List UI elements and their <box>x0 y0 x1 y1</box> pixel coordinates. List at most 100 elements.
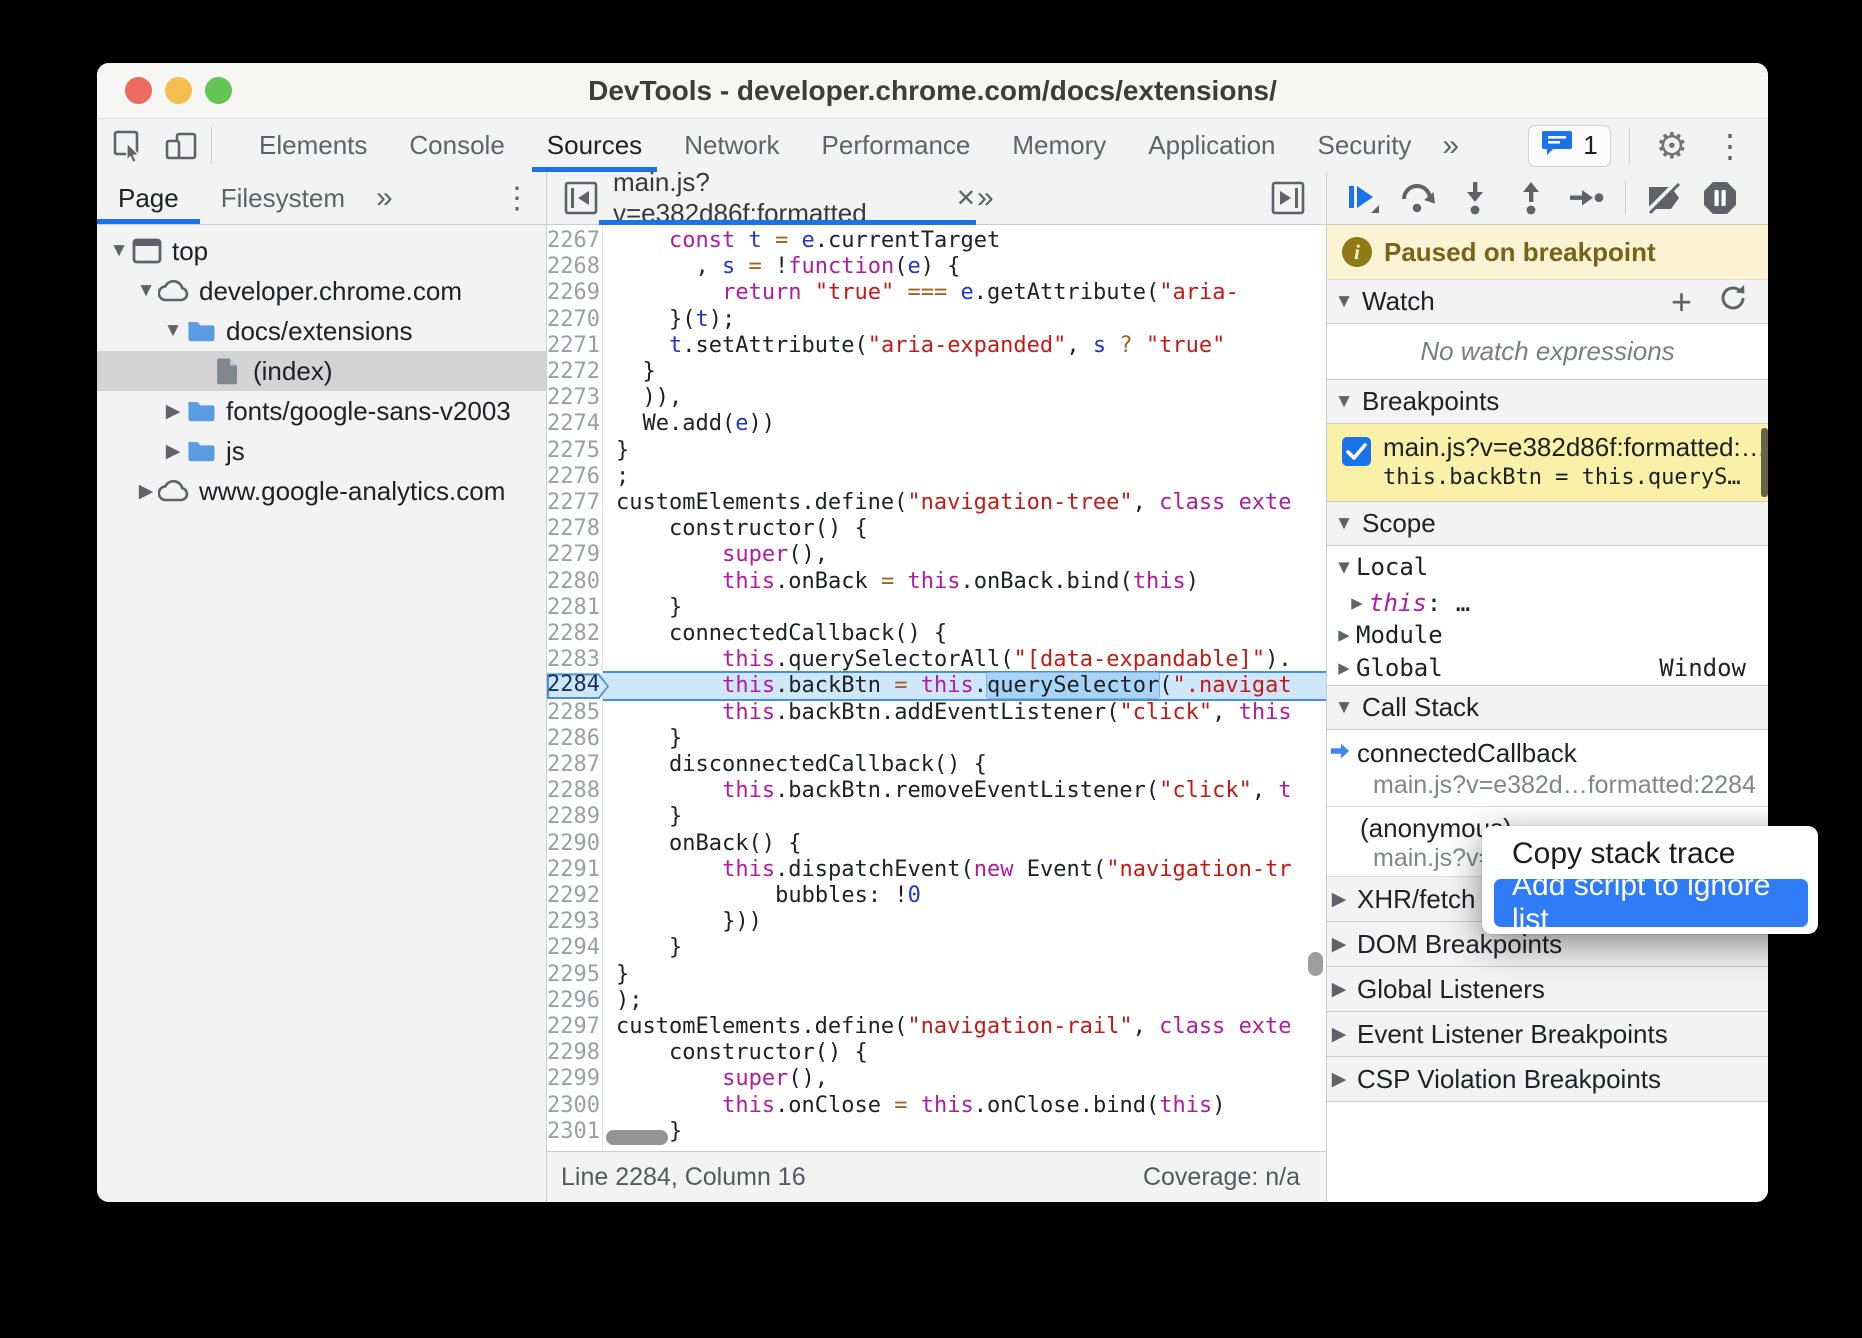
line-number[interactable]: 2293 <box>547 909 596 935</box>
line-number[interactable]: 2300 <box>547 1093 596 1119</box>
line-number[interactable]: 2276 <box>547 464 596 490</box>
call-stack-frame[interactable]: connectedCallbackmain.js?v=e382d…formatt… <box>1327 730 1768 807</box>
tree-item--index-[interactable]: (index) <box>97 351 546 391</box>
line-number[interactable]: 2287 <box>547 752 596 778</box>
tab-filesystem[interactable]: Filesystem <box>200 172 366 224</box>
line-number[interactable]: 2271 <box>547 333 596 359</box>
line-number[interactable]: 2280 <box>547 569 596 595</box>
scope-section-header[interactable]: ▼ Scope <box>1327 502 1768 546</box>
tab-performance[interactable]: Performance <box>801 119 992 172</box>
tree-item-top[interactable]: ▼top <box>97 231 546 271</box>
code-line[interactable]: 2272} <box>547 359 1326 385</box>
line-number[interactable]: 2292 <box>547 883 596 909</box>
breakpoints-section-header[interactable]: ▼ Breakpoints <box>1327 380 1768 424</box>
line-number[interactable]: 2286 <box>547 726 596 752</box>
line-number[interactable]: 2301 <box>547 1119 596 1145</box>
line-number[interactable]: 2269 <box>547 280 596 306</box>
code-line[interactable]: 2283this.querySelectorAll("[data-expanda… <box>547 647 1326 673</box>
code-line[interactable]: 2284this.backBtn = this.querySelector(".… <box>547 673 1326 699</box>
tab-application[interactable]: Application <box>1127 119 1296 172</box>
tab-memory[interactable]: Memory <box>991 119 1127 172</box>
step-icon[interactable] <box>1563 178 1611 218</box>
code-line[interactable]: 2293})) <box>547 909 1326 935</box>
tab-security[interactable]: Security <box>1297 119 1433 172</box>
code-line[interactable]: 2273)), <box>547 385 1326 411</box>
horizontal-scrollbar[interactable] <box>606 1130 668 1145</box>
line-number[interactable]: 2296 <box>547 988 596 1014</box>
more-tabs-icon[interactable]: » <box>1432 119 1469 172</box>
chevron-right-icon[interactable]: ▶ <box>161 440 185 463</box>
menu-item-add-script-to-ignore-list[interactable]: Add script to ignore list <box>1494 879 1808 927</box>
chevron-right-icon[interactable]: ▶ <box>134 480 158 503</box>
inspect-icon[interactable] <box>109 126 149 166</box>
line-number[interactable]: 2289 <box>547 804 596 830</box>
show-debugger-sidebar-icon[interactable] <box>1270 180 1306 216</box>
vertical-scrollbar[interactable] <box>1308 952 1323 976</box>
call-stack-section-header[interactable]: ▼ Call Stack <box>1327 685 1768 730</box>
section-csp-violation-breakpoints[interactable]: ▶CSP Violation Breakpoints <box>1327 1057 1768 1102</box>
line-number[interactable]: 2274 <box>547 411 596 437</box>
code-line[interactable]: 2282connectedCallback() { <box>547 621 1326 647</box>
line-number[interactable]: 2272 <box>547 359 596 385</box>
chevron-down-icon[interactable]: ▼ <box>134 280 158 302</box>
line-number[interactable]: 2281 <box>547 595 596 621</box>
tree-item-www-google-analytics-com[interactable]: ▶www.google-analytics.com <box>97 471 546 511</box>
code-line[interactable]: 2269return "true" === e.getAttribute("ar… <box>547 280 1326 306</box>
line-number[interactable]: 2298 <box>547 1040 596 1066</box>
line-number[interactable]: 2283 <box>547 647 596 673</box>
code-line[interactable]: 2299super(), <box>547 1066 1326 1092</box>
chevron-down-icon[interactable]: ▼ <box>161 320 185 342</box>
code-line[interactable]: 2296); <box>547 988 1326 1014</box>
code-line[interactable]: 2270}(t); <box>547 307 1326 333</box>
code-line[interactable]: 2274We.add(e)) <box>547 411 1326 437</box>
code-line[interactable]: 2278constructor() { <box>547 516 1326 542</box>
chevron-right-icon[interactable]: ▶ <box>161 400 185 423</box>
code-line[interactable]: 2290onBack() { <box>547 831 1326 857</box>
line-number[interactable]: 2294 <box>547 935 596 961</box>
line-number[interactable]: 2279 <box>547 542 596 568</box>
code-line[interactable]: 2288this.backBtn.removeEventListener("cl… <box>547 778 1326 804</box>
pause-on-exceptions-icon[interactable] <box>1696 178 1744 218</box>
tab-console[interactable]: Console <box>388 119 525 172</box>
code-line[interactable]: 2281} <box>547 595 1326 621</box>
scope-row-local[interactable]: ▼Local <box>1327 546 1768 587</box>
line-number[interactable]: 2270 <box>547 307 596 333</box>
step-over-icon[interactable] <box>1395 178 1443 218</box>
code-line[interactable]: 2294} <box>547 935 1326 961</box>
code-line[interactable]: 2276; <box>547 464 1326 490</box>
section-global-listeners[interactable]: ▶Global Listeners <box>1327 967 1768 1012</box>
chevron-right-icon[interactable]: ▶ <box>1332 657 1356 679</box>
more-options-icon[interactable]: ⋮ <box>1714 127 1746 165</box>
panel-scrollbar[interactable] <box>1761 428 1768 497</box>
step-out-icon[interactable] <box>1507 178 1555 218</box>
code-line[interactable]: 2279super(), <box>547 542 1326 568</box>
scope-row-this[interactable]: ▶this: … <box>1327 587 1768 619</box>
more-editor-tabs-icon[interactable]: » <box>967 172 1004 224</box>
file-tab-main-js[interactable]: main.js?v=e382d86f:formatted ✕ <box>599 172 976 224</box>
line-number[interactable]: 2285 <box>547 700 596 726</box>
line-number[interactable]: 2297 <box>547 1014 596 1040</box>
line-number[interactable]: 2291 <box>547 857 596 883</box>
tree-item-fonts-google-sans-v2003[interactable]: ▶fonts/google-sans-v2003 <box>97 391 546 431</box>
code-line[interactable]: 2287disconnectedCallback() { <box>547 752 1326 778</box>
deactivate-breakpoints-icon[interactable] <box>1640 178 1688 218</box>
chevron-right-icon[interactable]: ▶ <box>1332 624 1356 646</box>
console-messages-badge[interactable]: 1 <box>1528 125 1610 167</box>
line-number[interactable]: 2282 <box>547 621 596 647</box>
code-line[interactable]: 2286} <box>547 726 1326 752</box>
code-line[interactable]: 2291this.dispatchEvent(new Event("naviga… <box>547 857 1326 883</box>
settings-gear-icon[interactable]: ⚙ <box>1656 125 1688 167</box>
watch-section-header[interactable]: ▼ Watch + <box>1327 280 1768 324</box>
tab-page[interactable]: Page <box>97 172 200 224</box>
line-number[interactable]: 2268 <box>547 254 596 280</box>
code-line[interactable]: 2267const t = e.currentTarget <box>547 228 1326 254</box>
add-watch-icon[interactable]: + <box>1671 284 1692 320</box>
tree-item-developer-chrome-com[interactable]: ▼developer.chrome.com <box>97 271 546 311</box>
code-line[interactable]: 2289} <box>547 804 1326 830</box>
tab-network[interactable]: Network <box>663 119 800 172</box>
code-line[interactable]: 2280this.onBack = this.onBack.bind(this) <box>547 569 1326 595</box>
line-number[interactable]: 2267 <box>547 228 596 254</box>
line-number[interactable]: 2290 <box>547 831 596 857</box>
line-number[interactable]: 2277 <box>547 490 596 516</box>
line-number[interactable]: 2295 <box>547 962 596 988</box>
